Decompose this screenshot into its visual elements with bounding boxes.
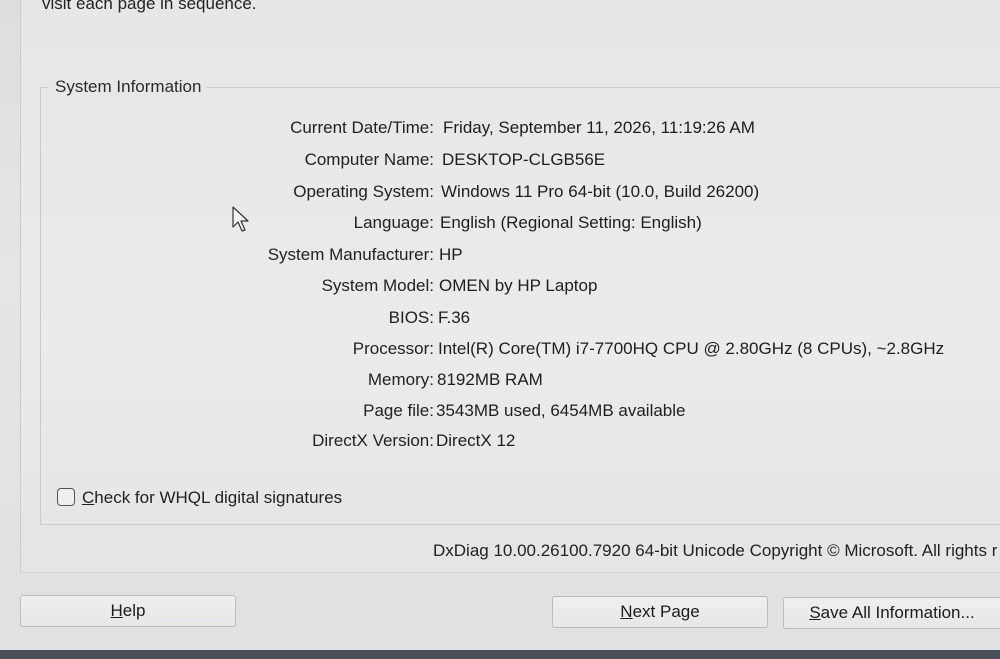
version-copyright-text: DxDiag 10.00.26100.7920 64-bit Unicode C… — [433, 541, 998, 560]
info-value: OMEN by HP Laptop — [439, 276, 598, 295]
taskbar-edge — [0, 650, 1000, 659]
info-label: Language: — [353, 213, 434, 232]
info-value: 8192MB RAM — [437, 370, 543, 389]
info-label: Computer Name: — [304, 150, 434, 169]
next-accel: N — [620, 602, 633, 621]
info-row-os: Operating System: Windows 11 Pro 64-bit … — [0, 182, 1000, 208]
info-label: DirectX Version: — [312, 431, 434, 450]
info-label: BIOS: — [388, 308, 434, 327]
info-row-pagefile: Page file: 3543MB used, 6454MB available — [0, 401, 1000, 427]
info-row-manufacturer: System Manufacturer: HP — [0, 245, 1000, 271]
info-label: Processor: — [352, 339, 434, 358]
info-value: 3543MB used, 6454MB available — [436, 401, 686, 420]
info-label: Current Date/Time: — [290, 118, 434, 137]
info-value: Friday, September 11, 2026, 11:19:26 AM — [443, 118, 755, 137]
info-row-datetime: Current Date/Time: Friday, September 11,… — [0, 118, 1000, 144]
info-label: Memory: — [367, 370, 434, 389]
save-label: ave All Information... — [820, 603, 975, 622]
info-label: Page file: — [363, 401, 434, 420]
info-row-bios: BIOS: F.36 — [0, 308, 1000, 334]
info-value: Intel(R) Core(TM) i7-7700HQ CPU @ 2.80GH… — [438, 339, 945, 358]
info-value: HP — [439, 245, 463, 264]
info-value: Windows 11 Pro 64-bit (10.0, Build 26200… — [441, 182, 760, 201]
whql-checkbox[interactable] — [57, 488, 75, 506]
save-all-information-button[interactable]: Save All Information... — [783, 597, 1000, 629]
next-page-button[interactable]: Next Page — [552, 596, 768, 628]
intro-text: visit each page in sequence. — [42, 0, 257, 13]
help-button[interactable]: Help — [20, 595, 236, 627]
info-label: Operating System: — [293, 182, 434, 201]
info-label: System Manufacturer: — [267, 245, 434, 264]
mouse-cursor-icon — [232, 206, 249, 232]
info-row-language: Language: English (Regional Setting: Eng… — [0, 213, 1000, 239]
group-title: System Information — [49, 77, 208, 97]
info-row-computer-name: Computer Name: DESKTOP-CLGB56E — [0, 150, 1000, 176]
whql-label-text: heck for WHQL digital signatures — [94, 488, 343, 507]
help-accel: H — [110, 601, 123, 620]
info-value: F.36 — [438, 308, 471, 327]
info-value: English (Regional Setting: English) — [440, 213, 702, 232]
next-label: ext Page — [632, 602, 700, 621]
info-label: System Model: — [321, 276, 434, 295]
help-label: elp — [122, 601, 146, 620]
info-row-memory: Memory: 8192MB RAM — [0, 370, 1000, 396]
whql-checkbox-label[interactable]: Check for WHQL digital signatures — [82, 488, 342, 508]
info-value: DirectX 12 — [436, 431, 516, 450]
info-value: DESKTOP-CLGB56E — [442, 150, 606, 169]
info-row-model: System Model: OMEN by HP Laptop — [0, 276, 1000, 302]
info-row-directx: DirectX Version: DirectX 12 — [0, 431, 1000, 457]
whql-accel: C — [82, 488, 95, 507]
save-accel: S — [809, 603, 821, 622]
info-row-processor: Processor: Intel(R) Core(TM) i7-7700HQ C… — [0, 339, 1000, 365]
